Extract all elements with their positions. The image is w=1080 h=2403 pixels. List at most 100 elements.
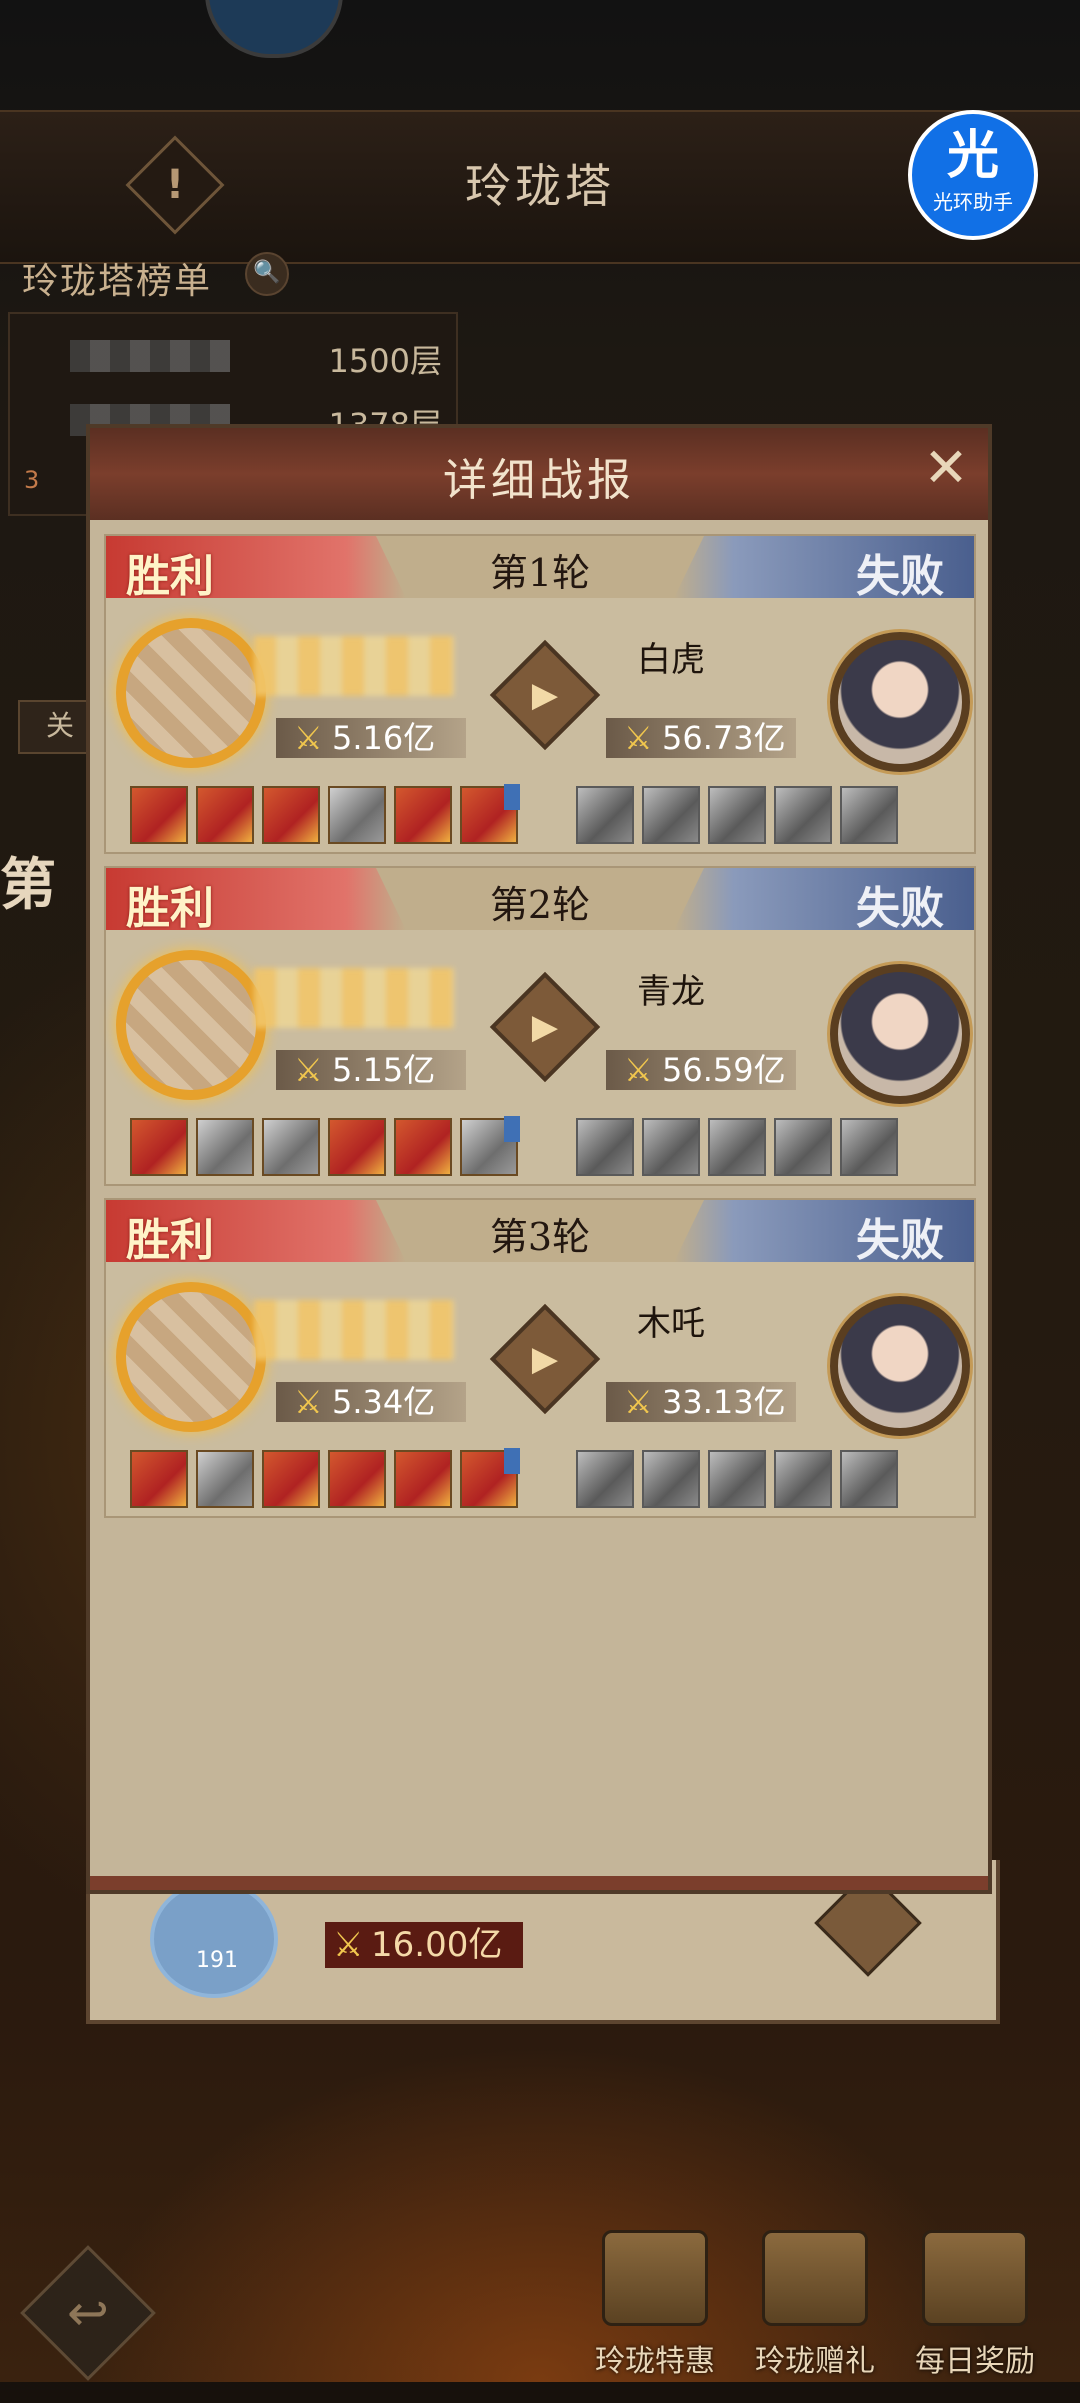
enemy-hero-icon[interactable]	[576, 1450, 634, 1508]
sword-icon: ⚔	[333, 1925, 364, 1965]
play-icon: ▶	[531, 1007, 559, 1047]
enemy-name: 木吒	[637, 1304, 705, 1344]
enemy-power: ⚔ 56.59亿	[606, 1050, 796, 1090]
enemy-hero-icon[interactable]	[840, 786, 898, 844]
enemy-name: 白虎	[637, 640, 705, 680]
enemy-power-value: 56.73亿	[662, 719, 786, 757]
modal-title: 详细战报	[443, 455, 635, 506]
ranking-row[interactable]: 1500层	[10, 326, 456, 386]
player-hero-icon[interactable]	[130, 1450, 188, 1508]
search-icon[interactable]: 🔍	[245, 252, 289, 296]
halo-logo-icon: 光	[946, 126, 999, 186]
sword-icon: ⚔	[294, 719, 323, 757]
round-label: 第3轮	[489, 1215, 591, 1259]
player-power-value: 5.16亿	[332, 719, 436, 757]
nav-label: 每日奖励	[915, 2344, 1035, 2379]
enemy-power-value: 56.59亿	[662, 1051, 786, 1089]
substitute-badge	[504, 1448, 520, 1474]
enemy-hero-icon[interactable]	[642, 786, 700, 844]
player-hero-icon[interactable]	[196, 1450, 254, 1508]
enemy-hero-icon[interactable]	[642, 1118, 700, 1176]
enemy-hero-icon[interactable]	[642, 1450, 700, 1508]
player-name-blurred	[254, 636, 454, 696]
player-hero-icon[interactable]	[460, 784, 520, 844]
sword-icon: ⚔	[624, 1051, 653, 1089]
round-card: 胜利 失败 第1轮 ⚔ 5.16亿 ▶ 白虎 ⚔ 56.73亿	[104, 534, 976, 854]
enemy-hero-icon[interactable]	[708, 1118, 766, 1176]
player-power-value: 5.15亿	[332, 1051, 436, 1089]
nav-item-gift[interactable]: 玲珑赠礼	[730, 2230, 900, 2380]
sword-icon: ⚔	[624, 1383, 653, 1421]
gift-bag-icon	[762, 2230, 868, 2326]
blurred-name	[70, 340, 230, 372]
avatar-level: 191	[196, 1948, 238, 1973]
replay-button[interactable]: ▶	[489, 639, 601, 751]
enemy-hero-icon[interactable]	[708, 1450, 766, 1508]
player-avatar	[116, 1282, 266, 1432]
player-hero-icon[interactable]	[460, 1116, 520, 1176]
pagoda-icon	[602, 2230, 708, 2326]
chest-icon	[922, 2230, 1028, 2326]
nav-label: 玲珑特惠	[595, 2344, 715, 2379]
replay-button[interactable]: ▶	[489, 1303, 601, 1415]
player-name-blurred	[254, 1300, 454, 1360]
round-card: 胜利 失败 第3轮 ⚔ 5.34亿 ▶ 木吒 ⚔ 33.13亿	[104, 1198, 976, 1518]
enemy-power: ⚔ 56.73亿	[606, 718, 796, 758]
enemy-power: ⚔ 33.13亿	[606, 1382, 796, 1422]
player-hero-icon[interactable]	[130, 786, 188, 844]
player-hero-icon[interactable]	[262, 786, 320, 844]
player-hero-icon[interactable]	[328, 1450, 386, 1508]
player-power: ⚔ 5.15亿	[276, 1050, 466, 1090]
player-hero-icon[interactable]	[196, 786, 254, 844]
side-floor-label: 第	[0, 853, 56, 918]
play-icon: ▶	[531, 675, 559, 715]
enemy-hero-icon[interactable]	[576, 786, 634, 844]
player-hero-icon[interactable]	[460, 1448, 520, 1508]
enemy-power-value: 33.13亿	[662, 1383, 786, 1421]
player-power: ⚔ 5.34亿	[276, 1382, 466, 1422]
round-label: 第1轮	[489, 551, 591, 595]
enemy-hero-icon[interactable]	[774, 1450, 832, 1508]
player-hero-icon[interactable]	[328, 786, 386, 844]
play-icon: ▶	[531, 1339, 559, 1379]
close-icon[interactable]: ✕	[918, 440, 974, 496]
enemy-hero-icon[interactable]	[576, 1118, 634, 1176]
player-hero-icon[interactable]	[130, 1118, 188, 1176]
nav-item-special-offer[interactable]: 玲珑特惠	[570, 2230, 740, 2380]
player-hero-icon[interactable]	[328, 1118, 386, 1176]
enemy-hero-icon[interactable]	[774, 1118, 832, 1176]
player-power-value: 5.34亿	[332, 1383, 436, 1421]
sword-icon: ⚔	[624, 719, 653, 757]
player-hero-icon[interactable]	[394, 1450, 452, 1508]
player-hero-icon[interactable]	[262, 1118, 320, 1176]
nav-label: 玲珑赠礼	[755, 2344, 875, 2379]
enemy-hero-icon[interactable]	[840, 1450, 898, 1508]
enemy-avatar[interactable]	[830, 964, 970, 1104]
player-power: ⚔ 5.16亿	[276, 718, 466, 758]
sword-icon: ⚔	[294, 1051, 323, 1089]
halo-label: 光环助手	[933, 190, 1013, 214]
substitute-badge	[504, 1116, 520, 1142]
enemy-avatar[interactable]	[830, 1296, 970, 1436]
power-text: 16.00亿	[371, 1925, 503, 1965]
halo-assistant-badge[interactable]: 光 光环助手	[908, 110, 1038, 240]
enemy-avatar[interactable]	[830, 632, 970, 772]
ranking-title: 玲珑塔榜单	[22, 261, 213, 302]
avatar	[150, 1880, 278, 1998]
enemy-hero-icon[interactable]	[708, 786, 766, 844]
power-value: ⚔ 16.00亿	[325, 1922, 523, 1968]
replay-button[interactable]: ▶	[489, 971, 601, 1083]
player-hero-icon[interactable]	[394, 786, 452, 844]
back-icon: ↩	[67, 2284, 109, 2342]
player-hero-icon[interactable]	[394, 1118, 452, 1176]
enemy-hero-icon[interactable]	[774, 786, 832, 844]
enemy-hero-icon[interactable]	[840, 1118, 898, 1176]
ranking-level: 1500层	[328, 342, 442, 380]
player-hero-icon[interactable]	[196, 1118, 254, 1176]
rank-badge: 3	[24, 466, 40, 494]
player-hero-icon[interactable]	[262, 1450, 320, 1508]
enemy-name: 青龙	[637, 972, 705, 1012]
player-avatar	[116, 618, 266, 768]
nav-item-daily-reward[interactable]: 每日奖励	[890, 2230, 1060, 2380]
round-card: 胜利 失败 第2轮 ⚔ 5.15亿 ▶ 青龙 ⚔ 56.59亿	[104, 866, 976, 1186]
